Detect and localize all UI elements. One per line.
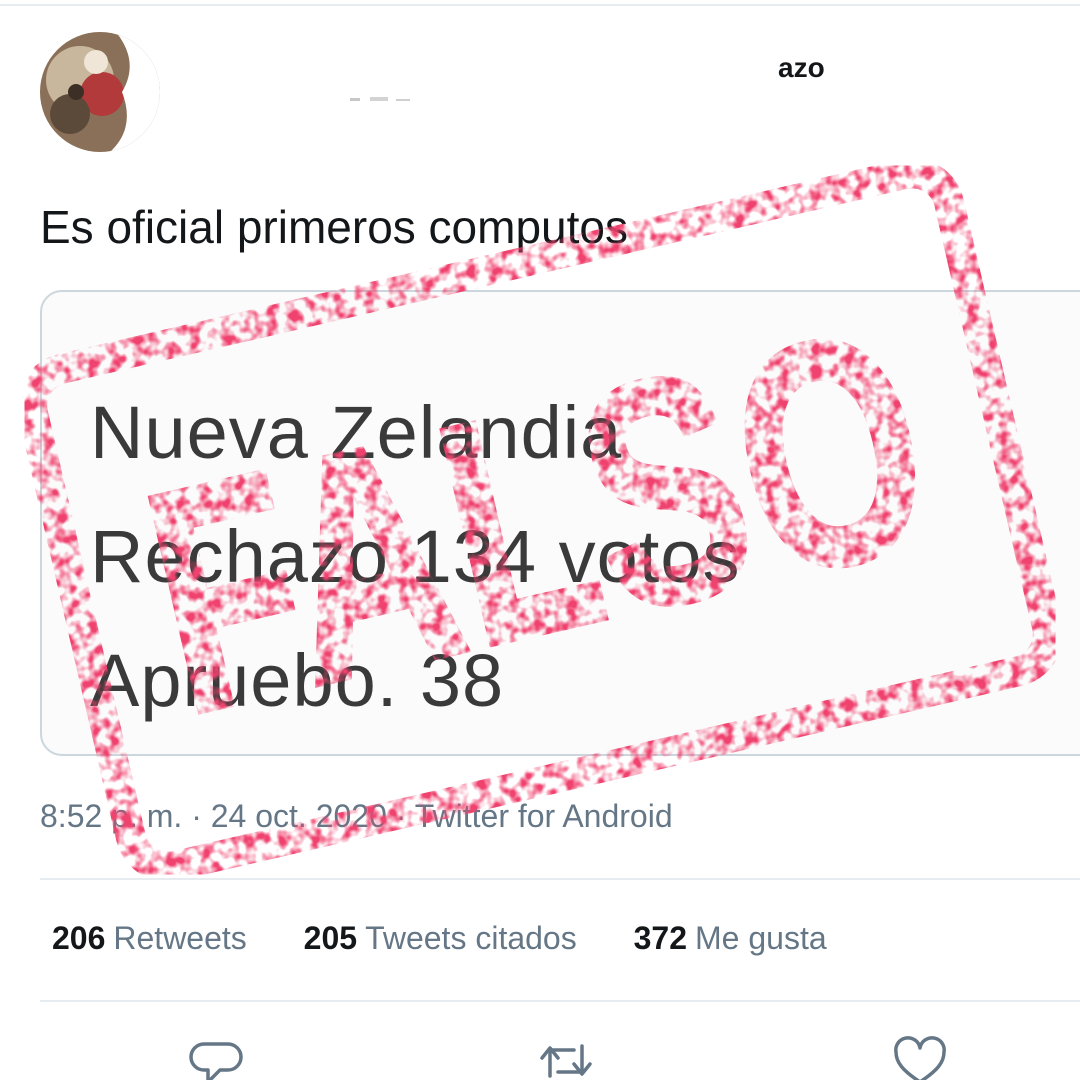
engagement-stats: 206 Retweets 205 Tweets citados 372 Me gust… [52, 920, 875, 957]
heart-icon [894, 1036, 946, 1080]
reply-icon [189, 1042, 243, 1080]
retweet-icon [540, 1044, 592, 1078]
username[interactable]: azo [778, 52, 825, 84]
media-line-country: Nueva Zelandia [90, 391, 623, 474]
retweet-button[interactable] [536, 1036, 596, 1080]
media-card[interactable]: Nueva Zelandia Rechazo 134 votos Apruebo… [40, 290, 1080, 756]
quote-tweets-count: 205 [303, 920, 358, 956]
tweet-page: azo Es oficial primeros computos Nueva Z… [0, 0, 1080, 1080]
like-button[interactable] [890, 1036, 950, 1080]
reply-button[interactable] [186, 1036, 246, 1080]
top-divider [0, 4, 1080, 6]
retweets-count: 206 [52, 920, 106, 956]
media-line-rechazo: Rechazo 134 votos [90, 515, 741, 598]
tweet-text: Es oficial primeros computos [40, 201, 628, 253]
likes-label: Me gusta [695, 920, 827, 956]
stats-divider-top [40, 878, 1080, 880]
likes-stat[interactable]: 372 Me gusta [634, 920, 827, 957]
timestamp-source[interactable]: 8:52 p. m. · 24 oct. 2020 · Twitter for … [40, 798, 673, 835]
blurred-display-name [350, 97, 410, 101]
quote-tweets-label: Tweets citados [365, 920, 577, 956]
likes-count: 372 [633, 920, 687, 956]
media-line-apruebo: Apruebo. 38 [90, 639, 505, 722]
retweets-label: Retweets [113, 920, 247, 956]
stats-divider-bottom [40, 1000, 1080, 1002]
avatar-image [40, 32, 160, 152]
quote-tweets-stat[interactable]: 205 Tweets citados [304, 920, 577, 957]
avatar[interactable] [40, 32, 160, 152]
retweets-stat[interactable]: 206 Retweets [52, 920, 247, 957]
